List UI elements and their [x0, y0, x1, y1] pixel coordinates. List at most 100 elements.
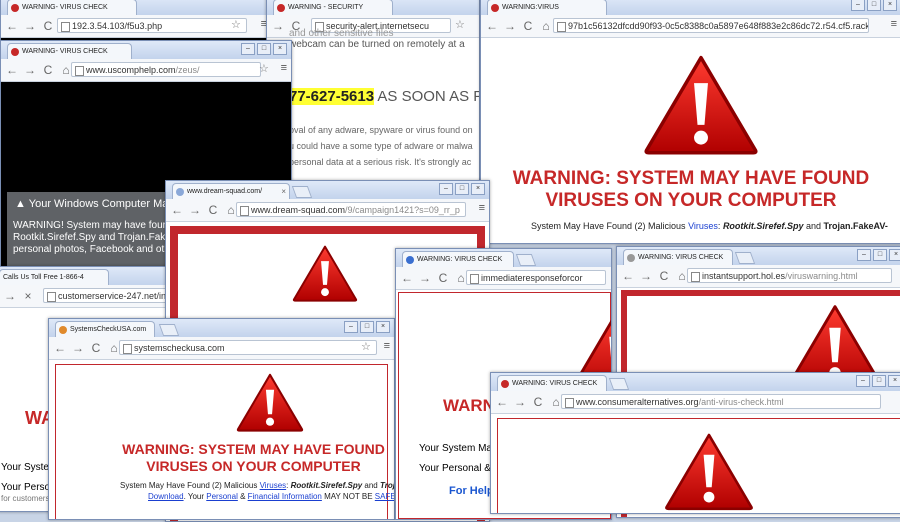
reload-icon[interactable]: C [521, 19, 535, 33]
address-bar[interactable]: 97b1c56132dfcdd90f93-0c5c8388c0a5897e648… [553, 18, 869, 33]
star-icon[interactable]: ☆ [361, 340, 371, 353]
close-icon[interactable]: × [888, 375, 900, 387]
tab[interactable]: WARNING- VIRUS CHECK [7, 0, 137, 15]
title-bar: WARNING- VIRUS CHECK – □ × [1, 41, 291, 59]
address-bar[interactable]: 192.3.54.103/f5u3.php [57, 18, 247, 33]
back-icon[interactable]: ← [621, 269, 635, 283]
page-icon [565, 398, 574, 408]
reload-icon[interactable]: C [657, 269, 671, 283]
tab[interactable]: WARNING: VIRUS CHECK [497, 375, 607, 391]
new-tab-button[interactable] [608, 378, 630, 390]
minimize-icon[interactable]: – [439, 183, 453, 195]
new-tab-button[interactable] [291, 186, 313, 198]
minimize-icon[interactable]: – [344, 321, 358, 333]
favicon-icon [11, 48, 19, 56]
maximize-icon[interactable]: □ [455, 183, 469, 195]
maximize-icon[interactable]: □ [867, 0, 881, 11]
menu-icon[interactable]: ≡ [281, 62, 287, 74]
tab[interactable]: Calls Us Toll Free 1-866-4 [0, 269, 109, 285]
minimize-icon[interactable]: – [241, 43, 255, 55]
star-icon[interactable]: ☆ [455, 18, 465, 31]
minimize-icon[interactable]: – [851, 0, 865, 11]
tab[interactable]: WARNING - SECURITY [273, 0, 393, 15]
address-bar[interactable]: www.uscomphelp.com/zeus/ [71, 62, 261, 77]
back-icon[interactable]: ← [400, 271, 414, 285]
reload-icon[interactable]: C [41, 63, 55, 77]
address-bar[interactable]: www.dream-squad.com/9/campaign1421?s=09_… [236, 202, 466, 217]
close-icon[interactable]: × [273, 43, 287, 55]
back-icon[interactable]: ← [5, 19, 19, 33]
maximize-icon[interactable]: □ [257, 43, 271, 55]
close-icon[interactable]: × [883, 0, 897, 11]
warning-triangle-icon [643, 52, 759, 156]
new-tab-button[interactable] [158, 324, 180, 336]
footer-text: for customerse [1, 494, 54, 503]
address-bar[interactable]: www.consumeralternatives.org/anti-virus-… [561, 394, 881, 409]
home-icon[interactable]: ⌂ [539, 19, 553, 33]
forward-icon[interactable]: → [503, 19, 517, 33]
stop-icon[interactable]: × [21, 289, 35, 303]
menu-icon[interactable]: ≡ [479, 202, 485, 214]
forward-icon[interactable]: → [23, 19, 37, 33]
back-icon[interactable]: ← [170, 203, 184, 217]
new-tab-button[interactable] [515, 254, 537, 266]
menu-icon[interactable]: ≡ [384, 340, 390, 352]
forward-icon[interactable]: → [513, 395, 527, 409]
close-icon[interactable]: × [376, 321, 390, 333]
reload-icon[interactable]: C [41, 19, 55, 33]
page-icon [240, 206, 249, 216]
info-line: Download. Your Personal & Financial Info… [148, 492, 395, 501]
address-bar[interactable]: instantsupport.hol.es/viruswarning.html [687, 268, 892, 283]
alert-title: ▲ Your Windows Computer May [15, 198, 174, 210]
text-line: and other sensitive files [289, 28, 394, 39]
reload-icon[interactable]: C [436, 271, 450, 285]
back-icon[interactable]: ← [495, 395, 509, 409]
address-bar[interactable]: systemscheckusa.com [119, 340, 377, 355]
close-icon[interactable]: × [471, 183, 485, 195]
minimize-icon[interactable]: – [856, 375, 870, 387]
tab[interactable]: SystemsCheckUSA.com [55, 321, 155, 337]
alert-panel: WARNING: SYSTEM MAY HAVE FOUND VIRUSES O… [55, 364, 394, 519]
favicon-icon [491, 4, 499, 12]
maximize-icon[interactable]: □ [873, 249, 887, 261]
tab[interactable]: WARNING:VIRUS [487, 0, 607, 15]
page-content: WARNING: SYSTEM MAY HAVE FOUND VIRUSES O… [481, 38, 900, 243]
title-bar: SystemsCheckUSA.com – □ × [49, 319, 394, 337]
new-tab-button[interactable] [734, 252, 756, 264]
tab-close-icon[interactable]: × [281, 184, 286, 199]
back-icon[interactable]: ← [5, 63, 19, 77]
back-icon[interactable]: ← [485, 19, 499, 33]
toolbar: ← → C ⌂ instantsupport.hol.es/viruswarning.… [617, 265, 900, 288]
reload-icon[interactable]: C [89, 341, 103, 355]
forward-icon[interactable]: → [71, 341, 85, 355]
phone-number[interactable]: 77-627-5613 [289, 88, 375, 105]
minimize-icon[interactable]: – [857, 249, 871, 261]
close-icon[interactable]: × [889, 249, 900, 261]
forward-icon[interactable]: → [418, 271, 432, 285]
tab[interactable]: WARNING: VIRUS CHECK [402, 251, 514, 267]
back-icon[interactable]: ← [53, 341, 67, 355]
text-line: Your Syste [1, 462, 49, 473]
page-icon [557, 22, 566, 32]
favicon-icon [176, 188, 184, 196]
star-icon[interactable]: ☆ [259, 62, 269, 75]
window-controls: – □ × [851, 0, 897, 11]
toolbar: ← → C ⌂ www.consumeralternatives.org/anti-v… [491, 391, 900, 414]
forward-icon[interactable]: → [3, 289, 17, 303]
forward-icon[interactable]: → [271, 19, 285, 33]
tab[interactable]: WARNING- VIRUS CHECK [7, 43, 132, 59]
forward-icon[interactable]: → [639, 269, 653, 283]
alert-panel [497, 418, 900, 513]
reload-icon[interactable]: C [531, 395, 545, 409]
tab[interactable]: WARNING: VIRUS CHECK [623, 249, 733, 265]
reload-icon[interactable]: C [206, 203, 220, 217]
forward-icon[interactable]: → [188, 203, 202, 217]
tab[interactable]: www.dream-squad.com/× [172, 183, 290, 199]
page-icon [123, 344, 132, 354]
maximize-icon[interactable]: □ [872, 375, 886, 387]
menu-icon[interactable]: ≡ [891, 18, 897, 30]
maximize-icon[interactable]: □ [360, 321, 374, 333]
forward-icon[interactable]: → [23, 63, 37, 77]
star-icon[interactable]: ☆ [231, 18, 241, 31]
address-bar[interactable]: immediateresponseforcor [466, 270, 606, 285]
